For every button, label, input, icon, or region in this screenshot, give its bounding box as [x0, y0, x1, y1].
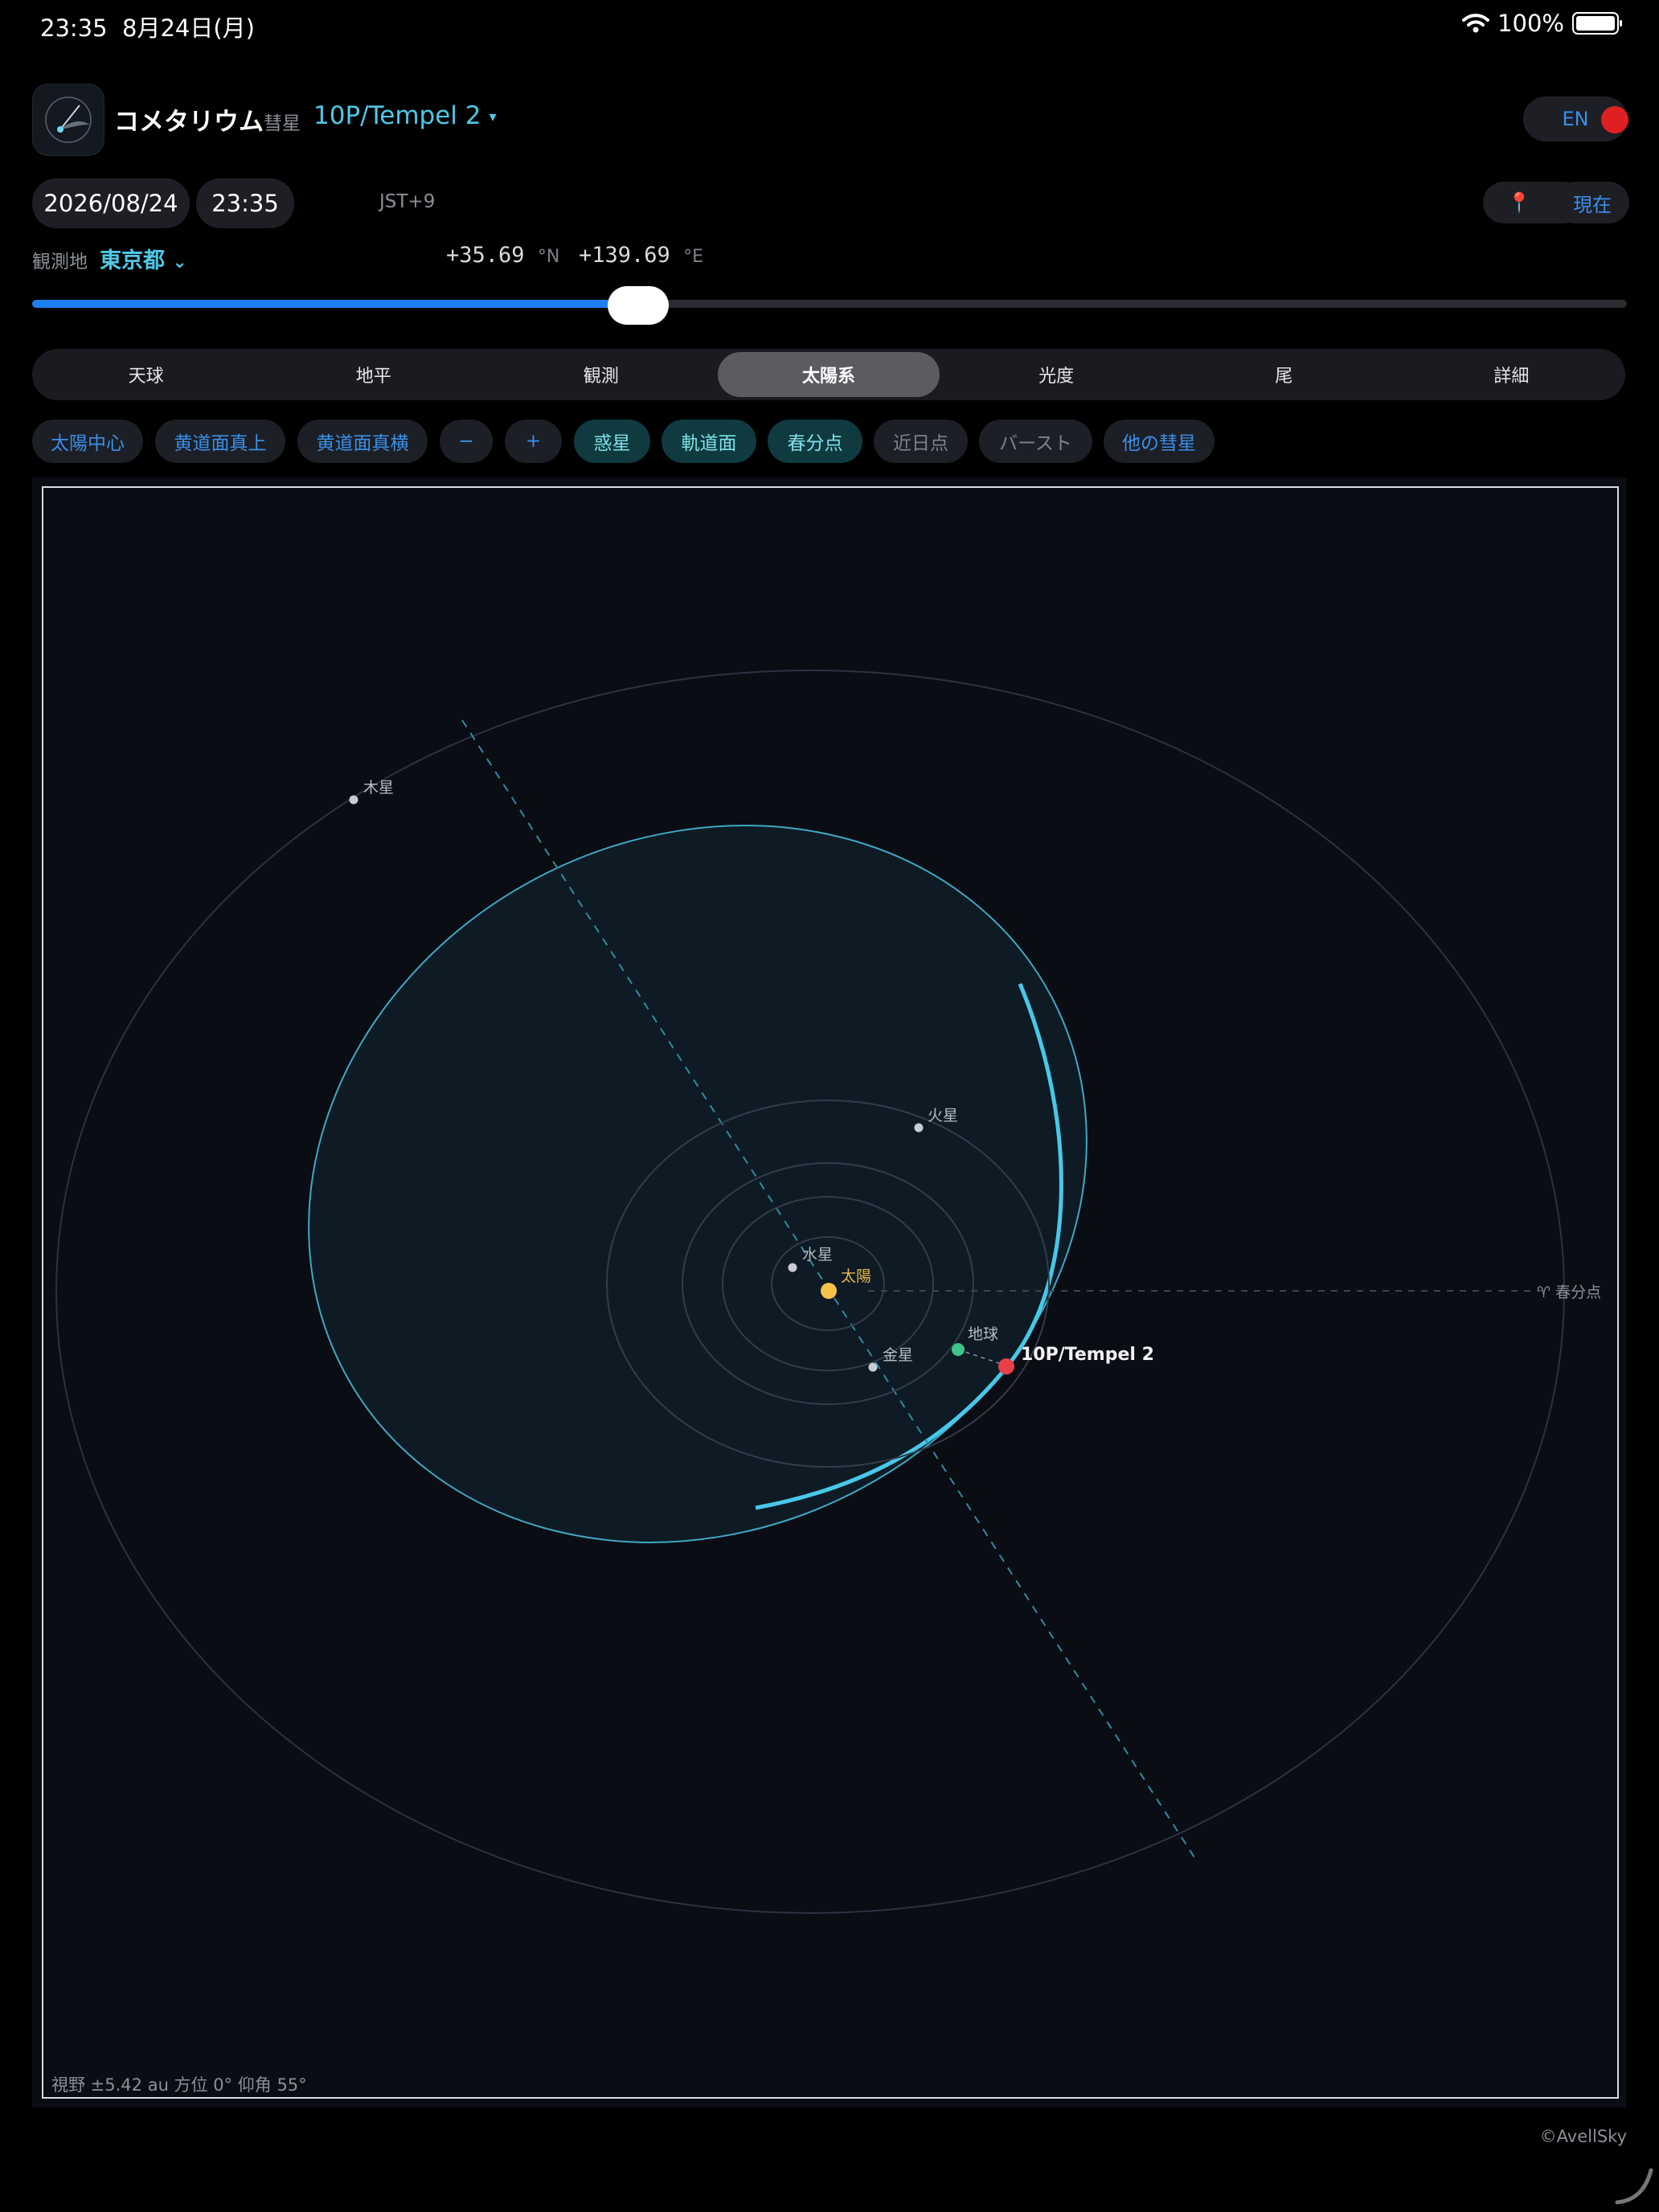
comet-selector[interactable]: 10P/Tempel 2 ▾ [313, 101, 497, 130]
latitude-unit: °N [537, 247, 560, 267]
chip-button-10[interactable]: 他の彗星 [1104, 420, 1215, 463]
battery-percent: 100% [1497, 10, 1564, 37]
app-icon [32, 84, 104, 156]
longitude-unit: °E [683, 247, 703, 267]
chip-button-3[interactable]: − [440, 420, 493, 463]
view-parameters: 視野 ±5.42 au 方位 0° 仰角 55° [51, 2075, 307, 2095]
chip-button-6[interactable]: 軌道面 [662, 420, 756, 463]
app-title: コメタリウム [114, 108, 264, 137]
comet-name: 10P/Tempel 2 [313, 101, 481, 130]
observer-city-selector[interactable]: 東京都 ⌄ [100, 243, 187, 274]
latitude-value: +35.69 [446, 243, 525, 268]
latitude: +35.69 °N [446, 243, 559, 268]
time-slider-thumb[interactable] [607, 286, 669, 325]
map-pin-icon: 📍 [1507, 191, 1531, 214]
chip-button-8[interactable]: 近日点 [874, 420, 968, 463]
chip-button-9[interactable]: バースト [979, 420, 1092, 463]
comet-label: 彗星 [264, 113, 301, 134]
chip-button-4[interactable]: + [505, 420, 562, 463]
timezone-label: JST+9 [379, 191, 436, 212]
time-slider-fill [32, 300, 638, 308]
chip-button-7[interactable]: 春分点 [768, 420, 862, 463]
time-field[interactable]: 23:35 [196, 178, 294, 228]
chip-button-2[interactable]: 黄道面真横 [297, 420, 428, 463]
view-tabs: 天球 地平 観測 太陽系 光度尾詳細 [32, 349, 1625, 400]
plot-frame [42, 486, 1619, 2099]
resize-handle-icon[interactable] [1614, 2165, 1654, 2206]
tab-2[interactable]: 観測 [487, 349, 715, 400]
observer-label: 観測地 [32, 252, 88, 272]
chevron-down-icon: ⌄ [172, 252, 187, 272]
tab-4[interactable]: 光度 [943, 349, 1170, 400]
clock: 23:35 [40, 14, 108, 42]
date-field[interactable]: 2026/08/24 [32, 178, 190, 228]
record-button[interactable] [1601, 106, 1628, 133]
status-date: 8月24日(月) [122, 14, 255, 42]
copyright-credit: ©AvellSky [1539, 2127, 1627, 2146]
tab-6[interactable]: 詳細 [1398, 349, 1625, 400]
now-button[interactable]: 現在 [1555, 182, 1629, 223]
status-bar: 23:35 8月24日(月) 100% [0, 0, 1659, 51]
comet-logo-icon [45, 96, 92, 143]
chip-button-0[interactable]: 太陽中心 [32, 420, 143, 463]
status-indicators: 100% [1462, 10, 1622, 37]
dropdown-caret-icon: ▾ [489, 109, 497, 125]
longitude-value: +139.69 [579, 243, 670, 268]
tab-0[interactable]: 天球 [32, 349, 260, 400]
chip-button-1[interactable]: 黄道面真上 [155, 420, 285, 463]
observer-city: 東京都 [100, 248, 165, 273]
tab-5[interactable]: 尾 [1170, 349, 1398, 400]
chip-button-5[interactable]: 惑星 [574, 420, 650, 463]
battery-icon [1572, 12, 1622, 35]
tab-1[interactable]: 地平 [260, 349, 487, 400]
tab-3[interactable]: 太陽系 [718, 352, 940, 397]
status-time: 23:35 8月24日(月) [40, 10, 255, 43]
longitude: +139.69 °E [579, 243, 703, 268]
wifi-icon [1462, 14, 1490, 33]
